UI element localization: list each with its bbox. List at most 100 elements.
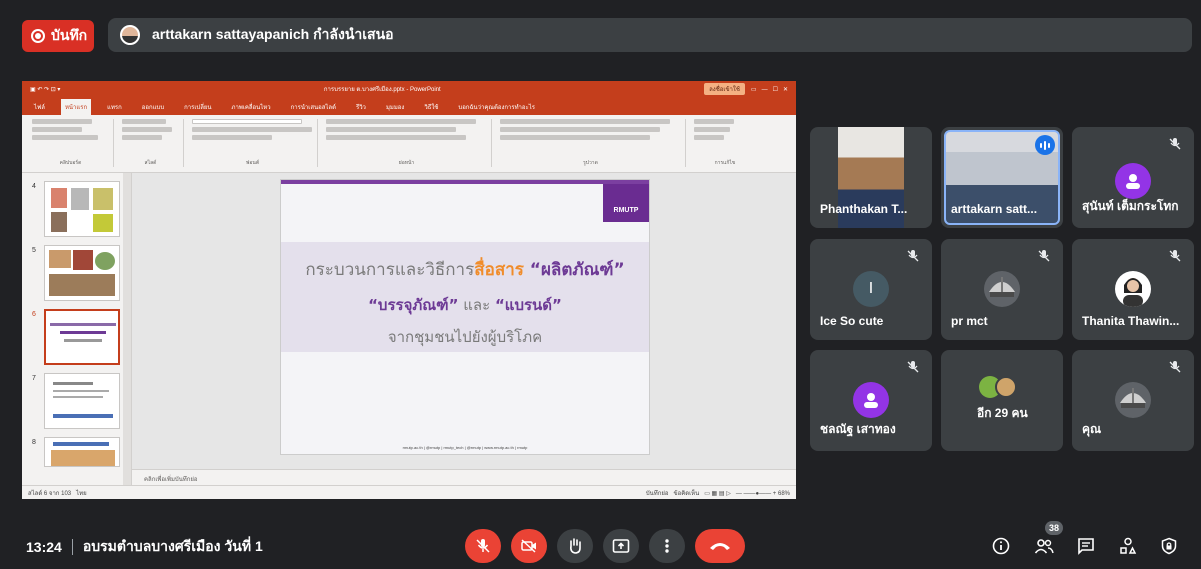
ppt-menu-tabs: ไฟล์ หน้าแรก แทรก ออกแบบ การเปลี่ยน ภาพเ… bbox=[22, 97, 796, 115]
avatar: I bbox=[853, 271, 889, 307]
ppt-tab: วิธีใช้ bbox=[424, 105, 439, 111]
shield-lock-icon bbox=[1161, 537, 1177, 555]
rmutp-logo-avatar bbox=[984, 271, 1020, 307]
participant-tile[interactable]: Thanita Thawin... bbox=[1072, 239, 1194, 340]
slide-thumbnail-pane: 4 5 6 7 8 bbox=[22, 173, 132, 485]
avatar bbox=[1115, 271, 1151, 307]
notes-pane: คลิกเพื่อเพิ่มบันทึกย่อ bbox=[132, 469, 796, 485]
ppt-tab: มุมมอง bbox=[385, 105, 405, 111]
mic-off-icon bbox=[1038, 250, 1050, 262]
ribbon-group: การแก้ไข bbox=[690, 119, 760, 167]
more-vert-icon bbox=[665, 539, 669, 553]
mic-off-icon bbox=[476, 539, 490, 553]
slide-title-band: กระบวนการและวิธีการสื่อสาร “ผลิตภัณฑ์” “… bbox=[281, 242, 649, 352]
mic-off-icon bbox=[907, 361, 919, 373]
more-participants-label: อีก 29 คน bbox=[977, 406, 1028, 420]
participant-tile[interactable]: ชลณัฐ เสาทอง bbox=[810, 350, 932, 451]
slide-thumbnail-selected bbox=[44, 309, 120, 365]
more-options-button[interactable] bbox=[649, 529, 685, 563]
avatar bbox=[1115, 163, 1151, 199]
record-label: บันทึก bbox=[51, 27, 88, 43]
slide-count: สไลด์ 6 จาก 103 bbox=[28, 490, 72, 497]
ribbon-group-label: ย่อหน้า bbox=[398, 160, 415, 166]
camera-toggle-button[interactable] bbox=[511, 529, 547, 563]
ribbon-group: รูปวาด bbox=[496, 119, 686, 167]
mic-off-icon bbox=[1169, 138, 1181, 150]
notes-toggle: บันทึกย่อ bbox=[645, 490, 669, 497]
slide-title-line2: “บรรจุภัณฑ์” และ “แบรนด์” bbox=[368, 296, 562, 314]
present-now-button[interactable] bbox=[603, 529, 639, 563]
info-icon bbox=[992, 537, 1010, 555]
mic-off-icon bbox=[1169, 250, 1181, 262]
ppt-window-controls: ▭ — ☐ ✕ bbox=[750, 86, 788, 93]
hang-up-icon bbox=[710, 543, 730, 550]
camera-off-icon bbox=[521, 539, 536, 553]
record-icon bbox=[31, 29, 45, 43]
shared-screen-powerpoint: ▣ ↶ ↷ ⊡ ▾ การบรรยาย ต.บางศรีเมือง.pptx -… bbox=[22, 81, 796, 499]
thumb-number: 8 bbox=[32, 439, 36, 446]
participant-name: สุนันท์ เต็มกระโทก bbox=[1082, 199, 1179, 213]
present-screen-icon bbox=[612, 539, 630, 553]
participant-tile[interactable]: pr mct bbox=[941, 239, 1063, 340]
host-controls-button[interactable] bbox=[1158, 536, 1180, 556]
chat-button[interactable] bbox=[1075, 536, 1097, 556]
participant-tile[interactable]: I Ice So cute bbox=[810, 239, 932, 340]
hand-icon bbox=[570, 538, 581, 554]
slide-thumbnail bbox=[44, 373, 120, 429]
slide-thumbnail bbox=[44, 437, 120, 467]
leave-call-button[interactable] bbox=[695, 529, 745, 563]
record-button[interactable]: บันทึก bbox=[22, 20, 94, 52]
thumb-number: 5 bbox=[32, 247, 36, 254]
current-slide: RMUTP กระบวนการและวิธีการสื่อสาร “ผลิตภั… bbox=[280, 179, 650, 455]
participant-name: Thanita Thawin... bbox=[1082, 314, 1180, 328]
slide-title-line1: กระบวนการและวิธีการสื่อสาร “ผลิตภัณฑ์” bbox=[305, 260, 625, 280]
ppt-tell-me: บอกฉันว่าคุณต้องการทำอะไร bbox=[458, 105, 535, 111]
ppt-tab: ภาพเคลื่อนไหว bbox=[231, 105, 271, 111]
ppt-tab: หน้าแรก bbox=[60, 99, 92, 115]
ppt-signin-button: ลงชื่อเข้าใช้ bbox=[704, 83, 745, 95]
participant-tile[interactable]: Phanthakan T... bbox=[810, 127, 932, 228]
thumbnail-scrollbar bbox=[123, 173, 131, 485]
ppt-title-bar: ▣ ↶ ↷ ⊡ ▾ การบรรยาย ต.บางศรีเมือง.pptx -… bbox=[22, 81, 796, 97]
more-participants-tile[interactable]: อีก 29 คน bbox=[941, 350, 1063, 451]
participant-name: Phanthakan T... bbox=[820, 202, 908, 216]
slide-footer-social: rmutp.ac.th | @rmutp | rmutp_tech | @rmu… bbox=[402, 445, 528, 450]
participant-name: คุณ bbox=[1082, 422, 1102, 436]
activities-button[interactable] bbox=[1117, 536, 1139, 556]
presenter-text: arttakarn sattayapanich กำลังนำเสนอ bbox=[152, 26, 394, 42]
presenter-avatar bbox=[120, 25, 140, 45]
mic-toggle-button[interactable] bbox=[465, 529, 501, 563]
zoom-level: 68% bbox=[777, 490, 790, 497]
ppt-tab: การนำเสนอสไลด์ bbox=[290, 105, 336, 111]
comments-toggle: ข้อคิดเห็น bbox=[673, 490, 700, 497]
ppt-quick-access: ▣ ↶ ↷ ⊡ ▾ bbox=[30, 86, 61, 93]
mic-off-icon bbox=[907, 250, 919, 262]
raise-hand-button[interactable] bbox=[557, 529, 593, 563]
people-button[interactable] bbox=[1033, 536, 1055, 556]
slide-workspace: RMUTP กระบวนการและวิธีการสื่อสาร “ผลิตภั… bbox=[132, 173, 796, 485]
speaking-indicator-icon bbox=[1035, 135, 1055, 155]
ribbon-group-label: ฟอนต์ bbox=[245, 160, 260, 166]
participant-tile[interactable]: arttakarn satt... bbox=[941, 127, 1063, 228]
meeting-info: 13:24 อบรมตำบลบางศรีเมือง วันที่ 1 bbox=[26, 536, 263, 558]
ribbon-group: ฟอนต์ bbox=[188, 119, 318, 167]
participant-tile[interactable]: คุณ bbox=[1072, 350, 1194, 451]
status-language: ไทย bbox=[76, 490, 87, 497]
presenter-banner: arttakarn sattayapanich กำลังนำเสนอ bbox=[108, 18, 1192, 52]
participant-name: ชลณัฐ เสาทอง bbox=[820, 422, 896, 436]
avatar bbox=[853, 382, 889, 418]
ppt-tab: ไฟล์ bbox=[34, 105, 45, 111]
ribbon-group-label: การแก้ไข bbox=[714, 160, 736, 166]
slide-title-line3: จากชุมชนไปยังผู้บริโภค bbox=[387, 328, 543, 346]
ppt-tab: ออกแบบ bbox=[141, 105, 165, 111]
meeting-details-button[interactable] bbox=[990, 536, 1012, 556]
participant-tile[interactable]: สุนันท์ เต็มกระโทก bbox=[1072, 127, 1194, 228]
ppt-tab: การเปลี่ยน bbox=[184, 105, 212, 111]
rmutp-logo: RMUTP bbox=[603, 184, 649, 222]
slide-thumbnail bbox=[44, 245, 120, 301]
ppt-tab: รีวิว bbox=[355, 105, 366, 111]
ppt-ribbon: คลิปบอร์ด สไลด์ ฟอนต์ ย่อหน้า รูปวาด การ… bbox=[22, 115, 796, 173]
participant-name: arttakarn satt... bbox=[951, 202, 1038, 216]
ribbon-group: ย่อหน้า bbox=[322, 119, 492, 167]
people-count-badge: 38 bbox=[1045, 521, 1063, 535]
